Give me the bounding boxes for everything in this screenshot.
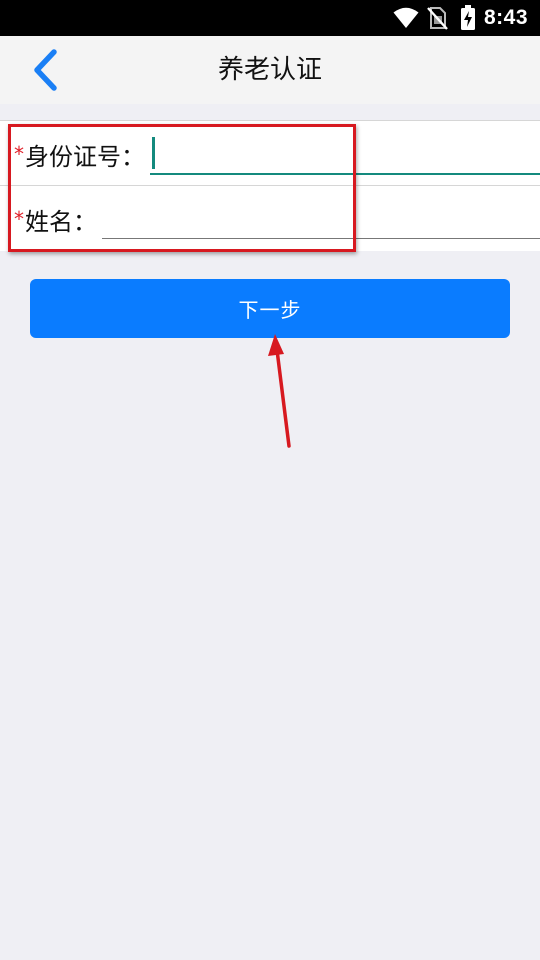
required-mark: * [14, 142, 24, 166]
form-card: *身份证号： *姓名： [0, 120, 540, 251]
screen: 8:43 养老认证 *身份证号： *姓名： 下一步 [0, 0, 540, 960]
no-sim-icon [427, 7, 448, 30]
wifi-icon [393, 7, 419, 28]
name-label: *姓名： [14, 204, 97, 237]
text-cursor [152, 137, 155, 169]
id-number-label: *身份证号： [14, 139, 145, 172]
page-title: 养老认证 [217, 55, 322, 85]
next-step-button[interactable]: 下一步 [30, 279, 510, 338]
id-number-row: *身份证号： [0, 121, 540, 186]
status-bar: 8:43 [0, 0, 540, 36]
id-number-input[interactable] [150, 135, 540, 175]
required-mark: * [14, 207, 24, 231]
name-row: *姓名： [0, 186, 540, 250]
name-input[interactable] [102, 206, 540, 239]
id-number-label-text: 身份证号： [25, 143, 145, 171]
nav-bar: 养老认证 [0, 36, 540, 104]
name-label-text: 姓名： [25, 208, 97, 236]
status-time: 8:43 [484, 6, 529, 29]
battery-charging-icon [461, 5, 475, 30]
